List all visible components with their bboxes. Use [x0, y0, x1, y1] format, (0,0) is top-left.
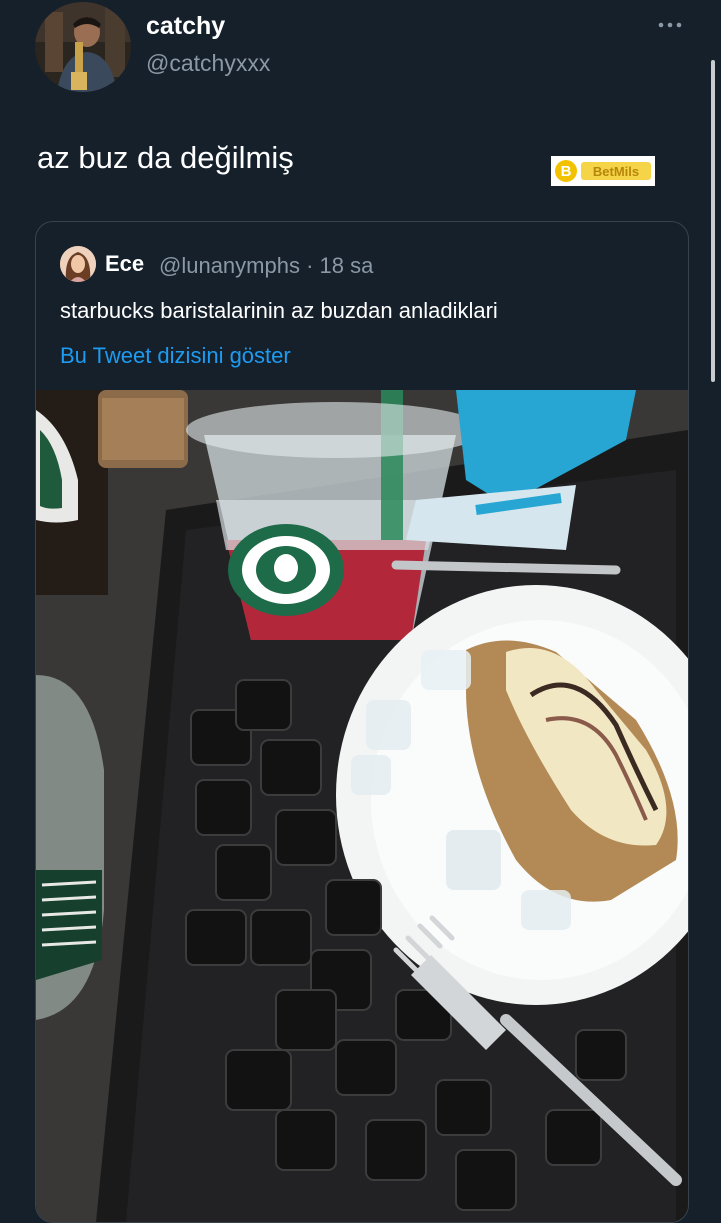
quoted-tweet-text: starbucks baristalarinin az buzdan anlad…	[60, 298, 498, 323]
quoted-avatar[interactable]	[60, 246, 96, 282]
tweet-text: az buz da değilmiş	[37, 140, 294, 175]
user-handle[interactable]: @catchyxxx	[146, 50, 270, 77]
watermark-logo: B BetMils	[551, 156, 655, 186]
avatar[interactable]	[35, 2, 131, 92]
show-thread-link[interactable]: Bu Tweet dizisini göster	[60, 343, 291, 369]
svg-text:BetMils: BetMils	[593, 164, 639, 179]
quoted-tweet-card[interactable]: Ece @lunanymphs · 18 sa starbucks barist…	[35, 221, 689, 1223]
more-horizontal-icon[interactable]	[655, 16, 685, 34]
quoted-display-name[interactable]: Ece	[105, 251, 144, 277]
quoted-handle-time[interactable]: @lunanymphs · 18 sa	[159, 253, 373, 279]
scrollbar[interactable]	[711, 60, 715, 382]
svg-text:B: B	[561, 163, 572, 180]
display-name[interactable]: catchy	[146, 12, 225, 41]
quoted-tweet-photo[interactable]	[36, 390, 688, 1222]
